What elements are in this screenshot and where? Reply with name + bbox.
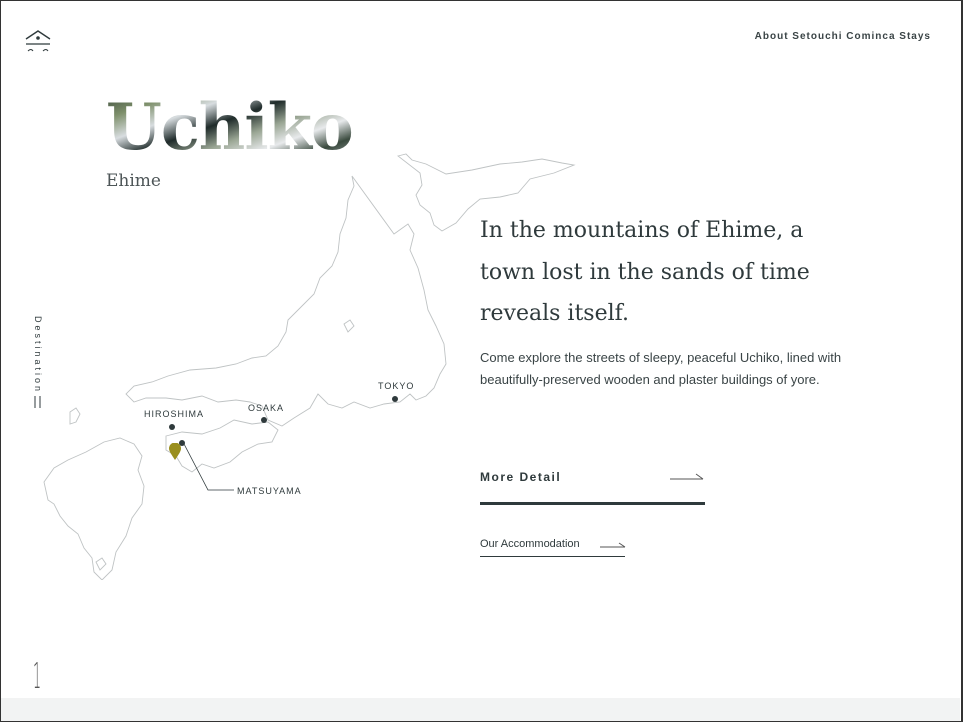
kyushu-outline (43, 437, 145, 580)
accommodation-link[interactable]: Our Accommodation (480, 538, 626, 557)
arrow-right-icon (600, 542, 626, 548)
shikoku-outline (165, 419, 279, 473)
description: Come explore the streets of sleepy, peac… (480, 350, 842, 387)
page-number: 1 (33, 656, 42, 697)
hiroshima-label: HIROSHIMA (144, 409, 205, 419)
more-detail-button[interactable]: More Detail (480, 462, 705, 505)
arrow-right-icon (670, 473, 704, 480)
more-detail-label: More Detail (480, 470, 562, 484)
osaka-label: OSAKA (248, 403, 285, 413)
tokyo-dot (392, 396, 398, 402)
accommodation-label: Our Accommodation (480, 538, 580, 550)
headline: In the mountains of Ehime, a town lost i… (480, 218, 810, 326)
tokyo-label: TOKYO (378, 381, 415, 391)
osaka-dot (261, 417, 267, 423)
house-roof-icon[interactable] (24, 28, 52, 54)
hiroshima-dot (169, 424, 175, 430)
about-link[interactable]: About Setouchi Cominca Stays (755, 31, 931, 42)
matsuyama-label: MATSUYAMA (237, 486, 302, 496)
map-pin-icon (169, 443, 181, 460)
footer-strip (1, 698, 960, 721)
